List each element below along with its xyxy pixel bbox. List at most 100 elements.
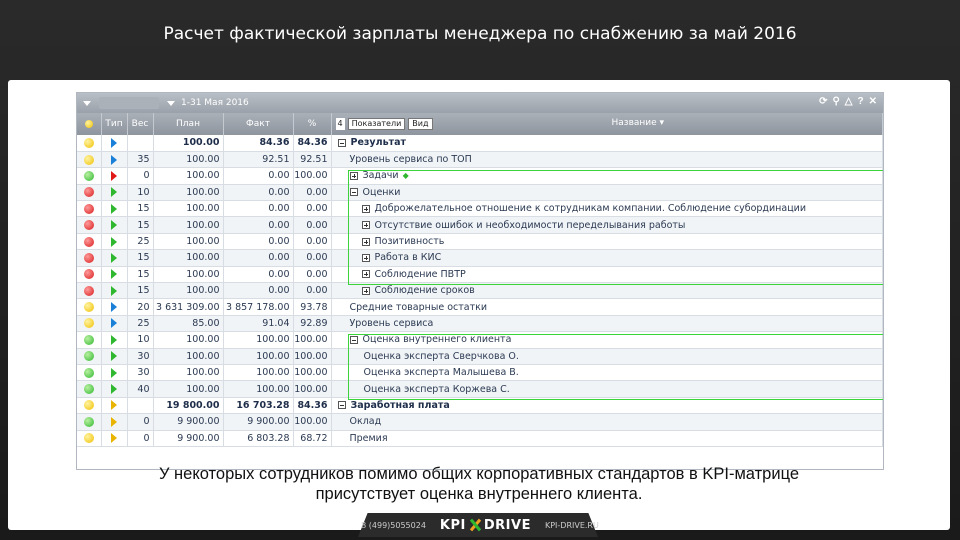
- employee-selector[interactable]: [99, 97, 159, 109]
- plan-cell[interactable]: 100.00: [153, 200, 224, 218]
- table-row[interactable]: 19 800.00 16 703.28 84.36 Заработная пла…: [77, 397, 883, 415]
- name-cell[interactable]: Оценка эксперта Сверчкова О.: [331, 348, 883, 365]
- weight-cell[interactable]: 15: [127, 216, 154, 234]
- collapse-icon[interactable]: [349, 335, 358, 344]
- plan-cell[interactable]: 100.00: [153, 331, 224, 349]
- expand-icon[interactable]: [361, 204, 370, 213]
- fact-column-header[interactable]: Факт: [223, 113, 294, 135]
- fact-cell[interactable]: 0.00: [223, 200, 294, 218]
- table-row[interactable]: 30 100.00 100.00 100.00 Оценка эксперта …: [77, 348, 883, 365]
- plan-cell[interactable]: 100.00: [153, 380, 224, 398]
- refresh-icon[interactable]: ⟳: [819, 96, 827, 107]
- name-cell[interactable]: Результат: [331, 135, 883, 152]
- fact-cell[interactable]: 0.00: [223, 167, 294, 185]
- name-cell[interactable]: Соблюдение сроков: [331, 282, 883, 300]
- weight-cell[interactable]: [127, 135, 154, 152]
- table-row[interactable]: 40 100.00 100.00 100.00 Оценка эксперта …: [77, 380, 883, 398]
- name-cell[interactable]: Оценка внутреннего клиента: [331, 331, 883, 349]
- weight-cell[interactable]: [127, 397, 154, 415]
- fact-cell[interactable]: 0.00: [223, 282, 294, 300]
- table-row[interactable]: 15 100.00 0.00 0.00 Отсутствие ошибок и …: [77, 216, 883, 234]
- table-row[interactable]: 10 100.00 0.00 0.00 Оценки: [77, 184, 883, 202]
- weight-cell[interactable]: 35: [127, 151, 154, 169]
- weight-cell[interactable]: 15: [127, 282, 154, 300]
- table-row[interactable]: 15 100.00 0.00 0.00 Соблюдение ПВТР: [77, 266, 883, 284]
- search-icon[interactable]: ⚲: [832, 96, 839, 107]
- name-cell[interactable]: Позитивность: [331, 233, 883, 251]
- name-cell[interactable]: Заработная плата: [331, 397, 883, 415]
- plan-cell[interactable]: 100.00: [153, 282, 224, 300]
- weight-cell[interactable]: 0: [127, 413, 154, 431]
- fact-cell[interactable]: 92.51: [223, 151, 294, 169]
- table-row[interactable]: 15 100.00 0.00 0.00 Соблюдение сроков: [77, 282, 883, 300]
- weight-cell[interactable]: 15: [127, 249, 154, 267]
- fact-cell[interactable]: 100.00: [223, 380, 294, 398]
- weight-cell[interactable]: 30: [127, 364, 154, 382]
- collapse-icon[interactable]: [337, 138, 346, 147]
- menu-dropdown-icon[interactable]: [83, 100, 91, 106]
- collapse-icon[interactable]: [349, 188, 358, 197]
- weight-cell[interactable]: 15: [127, 200, 154, 218]
- table-row[interactable]: 35 100.00 92.51 92.51 Уровень сервиса по…: [77, 151, 883, 169]
- fact-cell[interactable]: 16 703.28: [223, 397, 294, 415]
- percent-column-header[interactable]: %: [293, 113, 332, 135]
- plan-cell[interactable]: 100.00: [153, 249, 224, 267]
- weight-cell[interactable]: 25: [127, 233, 154, 251]
- plan-cell[interactable]: 9 900.00: [153, 413, 224, 431]
- fact-cell[interactable]: 0.00: [223, 266, 294, 284]
- fact-cell[interactable]: 100.00: [223, 331, 294, 349]
- name-cell[interactable]: Задачи ◆: [331, 167, 883, 185]
- plan-cell[interactable]: 100.00: [153, 364, 224, 382]
- expand-icon[interactable]: [361, 270, 370, 279]
- plan-cell[interactable]: 100.00: [153, 151, 224, 169]
- plan-cell[interactable]: 9 900.00: [153, 430, 224, 447]
- alert-icon[interactable]: △: [845, 96, 853, 107]
- weight-cell[interactable]: 20: [127, 298, 154, 316]
- plan-column-header[interactable]: План: [153, 113, 224, 135]
- name-cell[interactable]: Отсутствие ошибок и необходимости переде…: [331, 216, 883, 234]
- weight-cell[interactable]: 10: [127, 184, 154, 202]
- level-selector[interactable]: 4: [335, 118, 345, 130]
- name-cell[interactable]: Оклад: [331, 413, 883, 431]
- fact-cell[interactable]: 9 900.00: [223, 413, 294, 431]
- fact-cell[interactable]: 6 803.28: [223, 430, 294, 447]
- table-row[interactable]: 15 100.00 0.00 0.00 Доброжелательное отн…: [77, 200, 883, 218]
- weight-cell[interactable]: 25: [127, 315, 154, 333]
- name-cell[interactable]: Оценка эксперта Малышева В.: [331, 364, 883, 382]
- name-cell[interactable]: Оценки: [331, 184, 883, 202]
- name-cell[interactable]: Доброжелательное отношение к сотрудникам…: [331, 200, 883, 218]
- fact-cell[interactable]: 91.04: [223, 315, 294, 333]
- fact-cell[interactable]: 0.00: [223, 249, 294, 267]
- fact-cell[interactable]: 3 857 178.00: [223, 298, 294, 316]
- weight-cell[interactable]: 0: [127, 430, 154, 447]
- plan-cell[interactable]: 100.00: [153, 216, 224, 234]
- fact-cell[interactable]: 84.36: [223, 135, 294, 152]
- plan-cell[interactable]: 3 631 309.00: [153, 298, 224, 316]
- weight-cell[interactable]: 40: [127, 380, 154, 398]
- weight-cell[interactable]: 10: [127, 331, 154, 349]
- type-column-header[interactable]: Тип: [101, 113, 128, 135]
- plan-cell[interactable]: 100.00: [153, 167, 224, 185]
- table-row[interactable]: 0 9 900.00 9 900.00 100.00 Оклад: [77, 413, 883, 431]
- fact-cell[interactable]: 100.00: [223, 348, 294, 365]
- name-cell[interactable]: Работа в КИС: [331, 249, 883, 267]
- weight-cell[interactable]: 15: [127, 266, 154, 284]
- fact-cell[interactable]: 0.00: [223, 233, 294, 251]
- fact-cell[interactable]: 100.00: [223, 364, 294, 382]
- table-row[interactable]: 25 100.00 0.00 0.00 Позитивность: [77, 233, 883, 251]
- fact-cell[interactable]: 0.00: [223, 184, 294, 202]
- table-row[interactable]: 100.00 84.36 84.36 Результат: [77, 135, 883, 152]
- plan-cell[interactable]: 100.00: [153, 266, 224, 284]
- name-cell[interactable]: Оценка эксперта Коржева С.: [331, 380, 883, 398]
- name-cell[interactable]: Соблюдение ПВТР: [331, 266, 883, 284]
- plan-cell[interactable]: 85.00: [153, 315, 224, 333]
- table-row[interactable]: 0 100.00 0.00 100.00 Задачи ◆: [77, 167, 883, 185]
- table-row[interactable]: 0 9 900.00 6 803.28 68.72 Премия: [77, 430, 883, 447]
- name-cell[interactable]: Уровень сервиса по ТОП: [331, 151, 883, 169]
- period-selector[interactable]: 1-31 Мая 2016: [167, 98, 249, 108]
- weight-cell[interactable]: 30: [127, 348, 154, 365]
- weight-cell[interactable]: 0: [127, 167, 154, 185]
- name-cell[interactable]: Средние товарные остатки: [331, 298, 883, 316]
- view-select[interactable]: Вид: [408, 118, 433, 130]
- plan-cell[interactable]: 100.00: [153, 135, 224, 152]
